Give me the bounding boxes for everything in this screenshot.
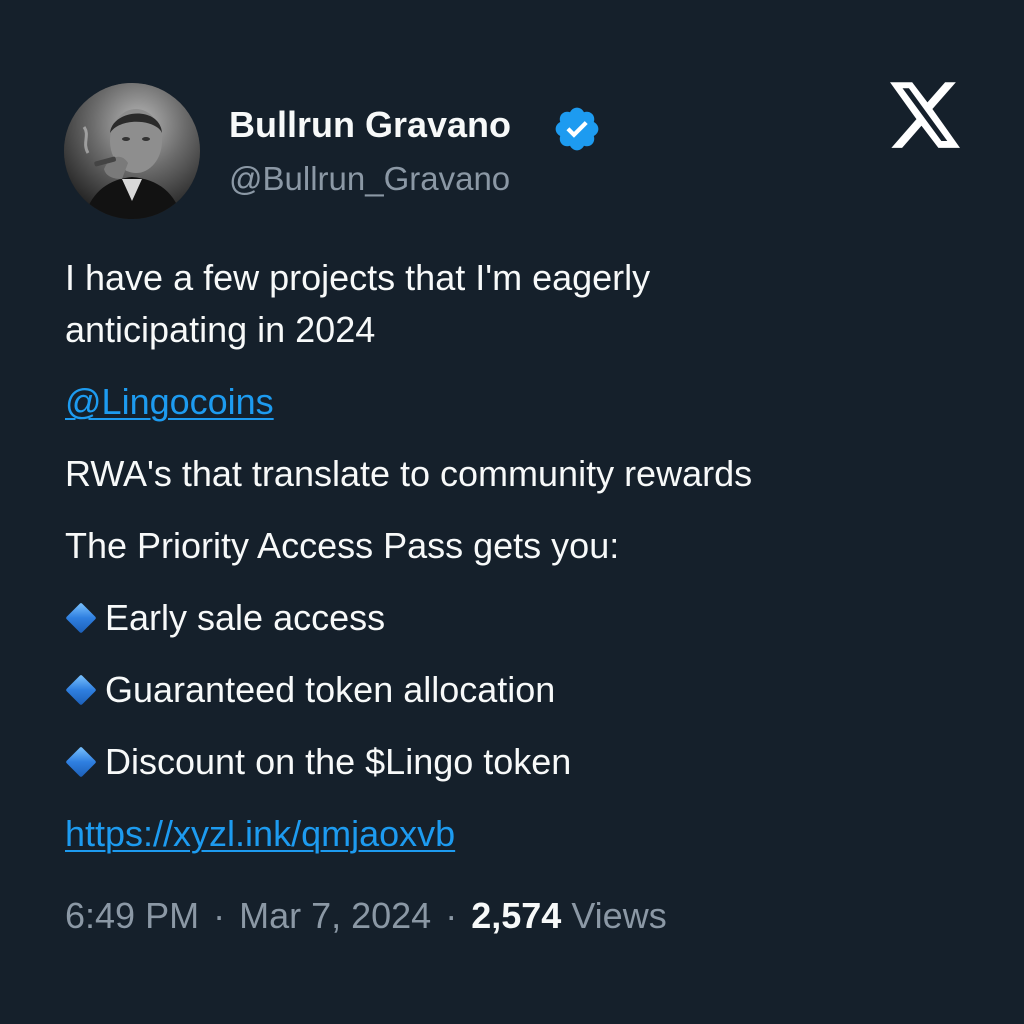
bullet-text: Guaranteed token allocation [105,669,556,710]
verified-badge-icon [555,107,599,151]
mention-link[interactable]: @Lingocoins [65,381,274,422]
author-display-name[interactable]: Bullrun Gravano [229,103,511,147]
views-label: Views [571,895,667,936]
meta-separator: · [213,895,226,936]
tweet-paragraph-url: https://xyzl.ink/qmjaoxvb [65,808,965,860]
bullet-text: Discount on the $Lingo token [105,741,572,782]
blue-diamond-icon [65,602,97,634]
tweet-text-line: I have a few projects that I'm eagerly [65,257,651,298]
meta-separator: · [445,895,458,936]
blue-diamond-icon [65,746,97,778]
views-count: 2,574 [471,895,562,936]
tweet-paragraph: The Priority Access Pass gets you: [65,525,620,566]
tweet-paragraph: RWA's that translate to community reward… [65,453,753,494]
tweet-date[interactable]: Mar 7, 2024 [239,895,431,936]
tweet-body: I have a few projects that I'm eagerly a… [65,252,965,880]
avatar-photo [64,83,200,219]
tweet-meta: 6:49 PM · Mar 7, 2024 · 2,574 Views [65,892,667,940]
tweet-time[interactable]: 6:49 PM [65,895,199,936]
x-logo-icon [890,82,960,148]
bullet-item: Early sale access [65,592,965,644]
bullet-text: Early sale access [105,597,386,638]
bullet-item: Discount on the $Lingo token [65,736,965,788]
tweet-text-line: anticipating in 2024 [65,309,376,350]
bullet-item: Guaranteed token allocation [65,664,965,716]
tweet-paragraph-intro: I have a few projects that I'm eagerly a… [65,252,965,356]
tweet-url-link[interactable]: https://xyzl.ink/qmjaoxvb [65,813,455,854]
author-handle[interactable]: @Bullrun_Gravano [229,157,510,201]
blue-diamond-icon [65,674,97,706]
tweet-paragraph-mention: @Lingocoins [65,376,965,428]
avatar[interactable] [64,83,200,219]
